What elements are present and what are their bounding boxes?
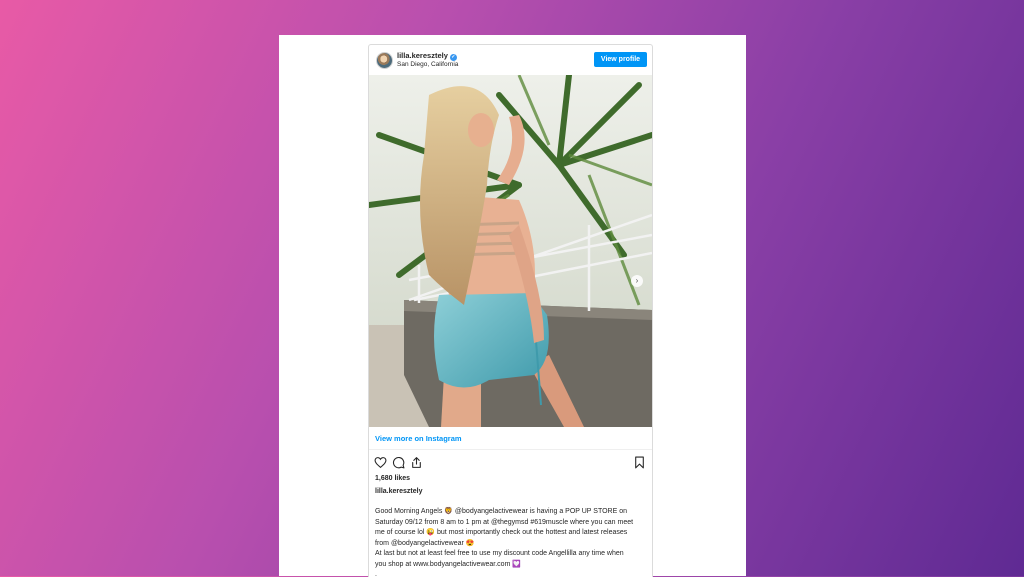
caption-line: me of course lol 😜 but most importantly … [375, 529, 628, 536]
caption-line: you shop at www.bodyangelactivewear.com … [375, 560, 522, 568]
divider [369, 449, 652, 450]
view-profile-button[interactable]: View profile [594, 52, 647, 67]
username[interactable]: lilla.keresztely [397, 51, 448, 60]
share-icon[interactable] [410, 456, 423, 469]
chevron-right-icon[interactable]: › [631, 275, 643, 287]
avatar[interactable] [376, 52, 393, 69]
caption-username[interactable]: lilla.keresztely [375, 488, 422, 495]
view-more-on-instagram-link[interactable]: View more on Instagram [375, 434, 462, 443]
page-container: lilla.keresztely ✓ San Diego, California … [279, 35, 746, 577]
location[interactable]: San Diego, California [397, 61, 458, 68]
verified-badge-icon: ✓ [449, 54, 457, 61]
caption-line: Good Morning Angels 🦁 @bodyangelactivewe… [375, 508, 628, 515]
caption-line: from @bodyangelactivewear 😍 [375, 539, 475, 547]
instagram-embed-card: lilla.keresztely ✓ San Diego, California … [368, 44, 653, 577]
username-row[interactable]: lilla.keresztely ✓ [397, 51, 457, 61]
post-photo-image [369, 75, 652, 427]
caption-text: Good Morning Angels 🦁 @bodyangelactivewe… [375, 507, 647, 577]
likes-count[interactable]: 1,680 likes [375, 475, 410, 482]
comment-icon[interactable] [392, 456, 405, 469]
bookmark-icon[interactable] [633, 456, 646, 469]
caption-line: Saturday 09/12 from 8 am to 1 pm at @the… [375, 518, 634, 526]
post-header: lilla.keresztely ✓ San Diego, California … [369, 45, 652, 75]
post-photo[interactable]: › [369, 75, 652, 427]
heart-icon[interactable] [374, 456, 387, 469]
caption-line: At last but not at least feel free to us… [375, 550, 624, 557]
